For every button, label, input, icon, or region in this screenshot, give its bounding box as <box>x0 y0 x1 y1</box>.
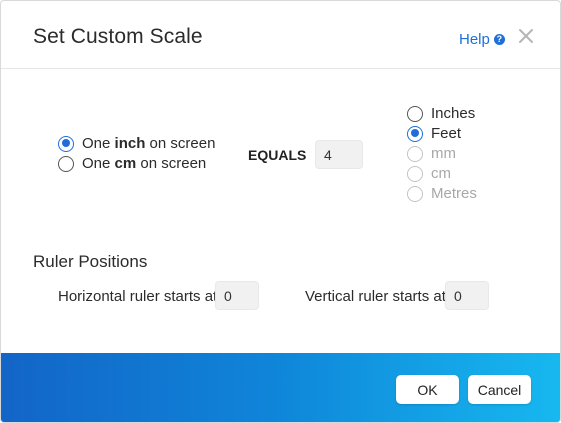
radio-button[interactable] <box>407 105 423 122</box>
radio-inches[interactable]: Inches <box>407 105 475 122</box>
vertical-ruler-label: Vertical ruler starts at <box>305 288 446 305</box>
help-label: Help <box>459 31 490 48</box>
radio-button <box>407 165 423 182</box>
radio-button <box>407 185 423 202</box>
radio-feet[interactable]: Feet <box>407 125 461 142</box>
radio-label: Feet <box>431 125 462 142</box>
radio-button <box>407 145 423 162</box>
radio-mm: mm <box>407 145 456 162</box>
radio-one-cm[interactable]: One cm on screen <box>58 155 206 172</box>
custom-scale-dialog: Set Custom Scale Help ? One inch on scre… <box>0 0 561 423</box>
horizontal-ruler-input[interactable] <box>215 281 259 310</box>
help-link[interactable]: Help ? <box>459 31 505 48</box>
radio-metres: Metres <box>407 185 477 202</box>
radio-button[interactable] <box>407 125 423 142</box>
radio-label-cm: One cm on screen <box>82 155 207 172</box>
ruler-positions-title: Ruler Positions <box>33 252 148 271</box>
radio-cm: cm <box>407 165 451 182</box>
radio-label: mm <box>431 145 456 162</box>
radio-label: Inches <box>431 105 476 122</box>
ok-button[interactable]: OK <box>396 375 459 404</box>
dialog-title: Set Custom Scale <box>33 25 203 48</box>
close-icon[interactable] <box>517 27 535 45</box>
radio-label: cm <box>431 165 451 182</box>
question-circle-icon: ? <box>493 34 505 45</box>
radio-label-inch: One inch on screen <box>82 135 216 152</box>
equals-label: EQUALS <box>248 147 307 163</box>
scale-value-input[interactable] <box>315 140 363 169</box>
radio-one-inch[interactable]: One inch on screen <box>58 135 215 152</box>
cancel-button[interactable]: Cancel <box>468 375 531 404</box>
vertical-ruler-input[interactable] <box>445 281 489 310</box>
horizontal-ruler-label: Horizontal ruler starts at <box>58 288 218 305</box>
radio-label: Metres <box>431 185 477 202</box>
dialog-footer: OK Cancel <box>1 353 560 422</box>
radio-button[interactable] <box>58 135 74 152</box>
radio-button[interactable] <box>58 155 74 172</box>
dialog-header: Set Custom Scale Help ? <box>1 1 560 69</box>
